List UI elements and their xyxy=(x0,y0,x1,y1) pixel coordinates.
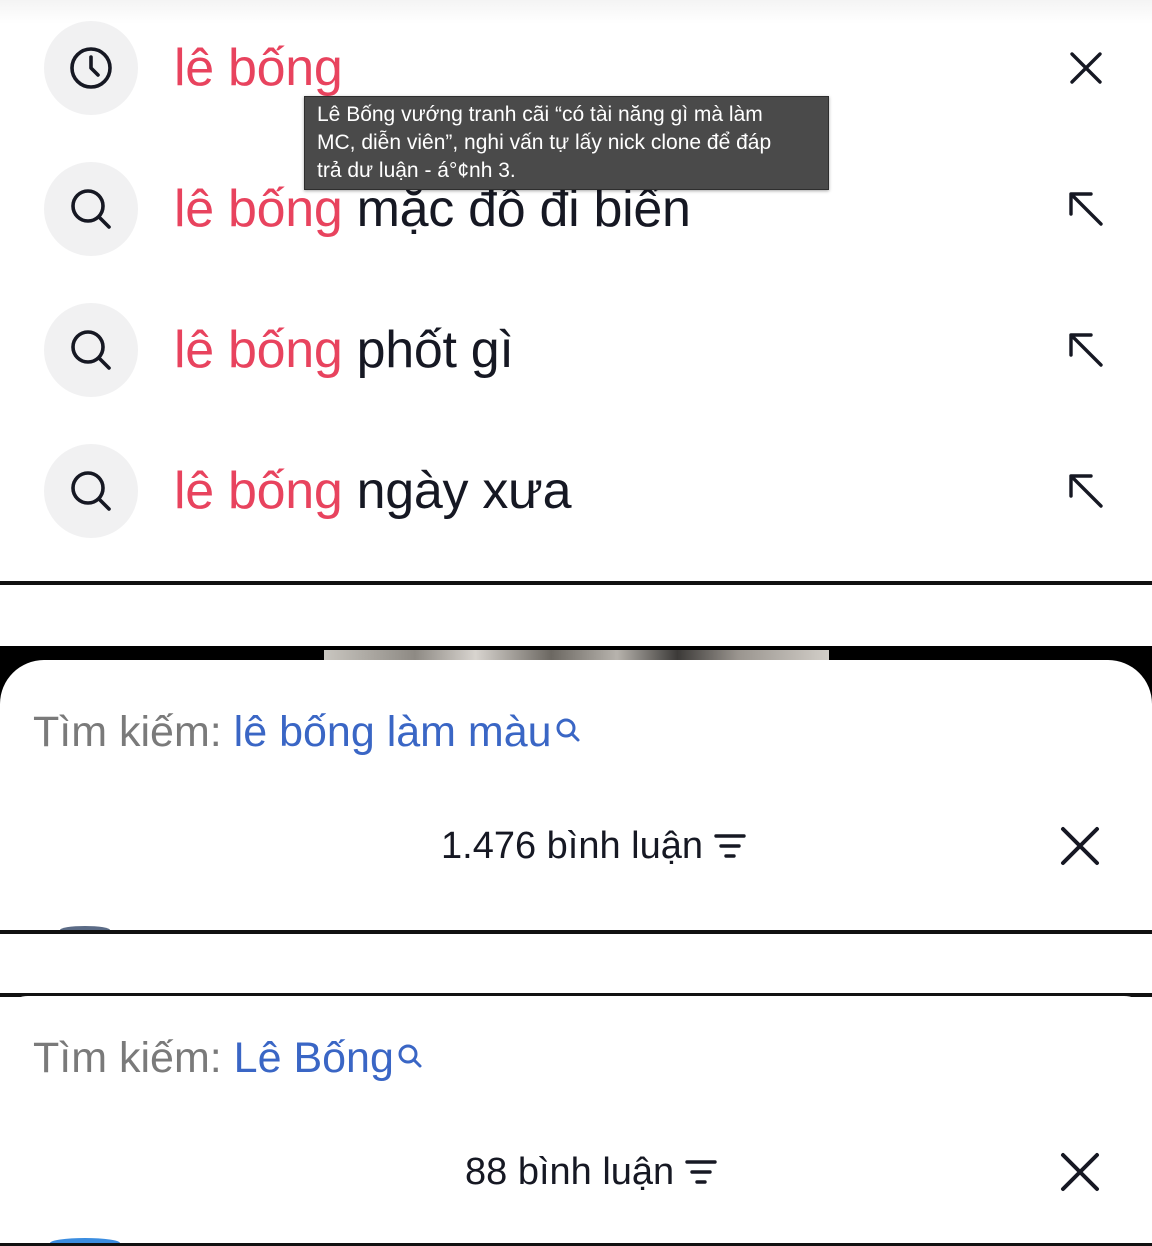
suggestion-highlight: lê bống xyxy=(174,462,343,520)
search-icon xyxy=(396,1032,424,1081)
clock-icon xyxy=(44,21,138,115)
sort-filter-icon[interactable] xyxy=(684,1157,718,1187)
suggestion-text: lê bống phốt gì xyxy=(174,300,514,400)
search-prefix: Tìm kiếm: xyxy=(33,1034,222,1082)
related-search-link[interactable]: Tìm kiếm: Lê Bống xyxy=(33,1034,424,1083)
comments-sheet: Tìm kiếm: Lê Bống 88 bình luận xyxy=(0,996,1152,1246)
close-icon[interactable] xyxy=(1058,38,1114,98)
search-icon xyxy=(44,303,138,397)
search-prefix: Tìm kiếm: xyxy=(33,708,222,756)
suggestion-row[interactable]: lê bống phốt gì xyxy=(0,300,1152,400)
search-query[interactable]: lê bống làm màu xyxy=(234,708,552,756)
comment-count: 1.476 bình luận xyxy=(441,824,704,867)
arrow-up-left-icon[interactable] xyxy=(1058,179,1114,239)
search-query[interactable]: Lê Bống xyxy=(234,1034,394,1082)
search-icon xyxy=(554,706,582,755)
hover-tooltip: Lê Bống vướng tranh cãi “có tài năng gì … xyxy=(304,96,829,190)
arrow-up-left-icon[interactable] xyxy=(1058,461,1114,521)
suggestion-text: lê bống ngày xưa xyxy=(174,441,571,541)
related-search-link[interactable]: Tìm kiếm: lê bống làm màu xyxy=(33,708,582,757)
suggestion-highlight: lê bống xyxy=(174,321,343,379)
suggestion-highlight: lê bống xyxy=(174,39,343,97)
search-suggestions-panel: lê bống lê bống mặc đồ đi biển lê bống p… xyxy=(0,0,1152,582)
suggestion-row[interactable]: lê bống ngày xưa xyxy=(0,441,1152,541)
arrow-up-left-icon[interactable] xyxy=(1058,320,1114,380)
comment-count-header: 1.476 bình luận xyxy=(441,823,747,869)
divider xyxy=(0,581,1152,585)
suggestion-rest: ngày xưa xyxy=(342,462,572,520)
comments-sheet: Tìm kiếm: lê bống làm màu 1.476 bình luậ… xyxy=(0,660,1152,934)
suggestion-rest: phốt gì xyxy=(342,321,514,379)
comment-count: 88 bình luận xyxy=(465,1150,675,1193)
close-icon[interactable] xyxy=(1055,1147,1105,1197)
close-icon[interactable] xyxy=(1055,821,1105,871)
sort-filter-icon[interactable] xyxy=(713,831,747,861)
search-icon xyxy=(44,444,138,538)
comment-count-header: 88 bình luận xyxy=(465,1149,718,1195)
search-icon xyxy=(44,162,138,256)
divider xyxy=(0,930,1152,934)
